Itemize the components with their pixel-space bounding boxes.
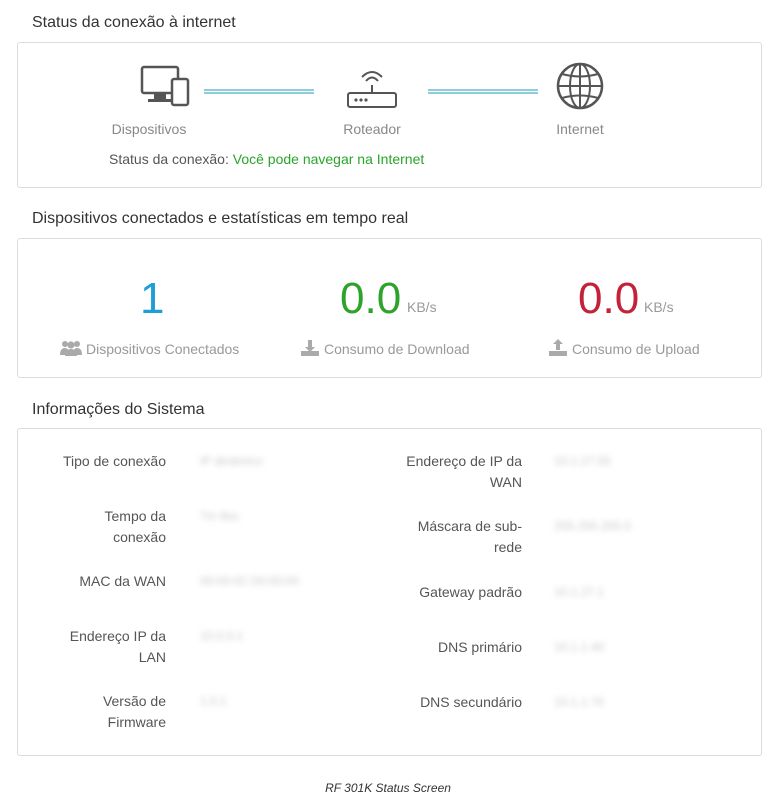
link-devices-router bbox=[204, 89, 314, 94]
connection-status: Status da conexão: Você pode navegar na … bbox=[109, 151, 424, 167]
router-node[interactable] bbox=[302, 63, 442, 111]
upload-value: 0.0 bbox=[578, 274, 640, 323]
info-label-wan-ip: Endereço de IP da WAN bbox=[406, 453, 522, 490]
info-value-gateway: 10.1.27.1 bbox=[554, 585, 605, 599]
info-value-connection-type: IP dinâmico bbox=[200, 454, 263, 468]
devices-connected-stat[interactable]: Dispositivos Conectados bbox=[60, 339, 239, 357]
users-icon bbox=[60, 341, 82, 356]
download-value: 0.0 bbox=[340, 274, 402, 323]
system-title: Informações do Sistema bbox=[32, 401, 205, 418]
info-value-lan-ip: 10.0.0.1 bbox=[200, 629, 244, 643]
router-label: Roteador bbox=[343, 121, 401, 137]
devices-label: Dispositivos bbox=[111, 121, 187, 137]
info-label-wan-mac: MAC da WAN bbox=[79, 573, 166, 589]
globe-icon bbox=[556, 62, 604, 110]
info-label-lan-ip: Endereço IP da LAN bbox=[69, 628, 166, 665]
info-value-connection-time: 7m 8ss bbox=[200, 509, 239, 523]
info-label-subnet-mask: Máscara de sub-rede bbox=[417, 518, 522, 555]
internet-label: Internet bbox=[556, 121, 604, 137]
info-label-secondary-dns: DNS secundário bbox=[420, 694, 522, 710]
internet-status-card: Dispositivos Roteador Internet Status da… bbox=[17, 42, 762, 188]
upload-label: Consumo de Upload bbox=[572, 341, 700, 357]
info-value-primary-dns: 10.1.1.40 bbox=[554, 640, 605, 654]
download-stat[interactable]: Consumo de Download bbox=[300, 339, 470, 357]
info-label-connection-type: Tipo de conexão bbox=[63, 453, 166, 469]
info-value-secondary-dns: 10.1.1.70 bbox=[554, 695, 605, 709]
info-label-firmware: Versão de Firmware bbox=[102, 693, 166, 730]
info-value-wan-ip: 10.1.27.55 bbox=[554, 454, 611, 468]
info-value-firmware: 1.0.1 bbox=[200, 694, 227, 708]
router-icon bbox=[347, 71, 397, 108]
internet-status-title: Status da conexão à internet bbox=[32, 14, 236, 31]
devices-connected-label: Dispositivos Conectados bbox=[86, 341, 240, 357]
download-unit: KB/s bbox=[407, 299, 437, 315]
download-label: Consumo de Download bbox=[324, 341, 470, 357]
info-value-subnet-mask: 255.255.255.0 bbox=[554, 519, 631, 533]
realtime-title: Dispositivos conectados e estatísticas e… bbox=[32, 210, 409, 227]
devices-icon bbox=[140, 65, 190, 107]
figure-caption: RF 301K Status Screen bbox=[325, 781, 451, 795]
info-label-gateway: Gateway padrão bbox=[419, 584, 522, 600]
devices-node[interactable] bbox=[95, 65, 235, 107]
devices-count: 1 bbox=[140, 274, 165, 323]
info-label-connection-time: Tempo da conexão bbox=[104, 508, 166, 545]
upload-unit: KB/s bbox=[644, 299, 674, 315]
internet-node[interactable] bbox=[510, 61, 650, 111]
download-icon bbox=[301, 340, 319, 356]
info-value-wan-mac: 00:00:0C:00:00:00 bbox=[200, 574, 299, 588]
connection-status-value: Você pode navegar na Internet bbox=[232, 151, 425, 167]
upload-icon bbox=[549, 339, 567, 356]
upload-stat[interactable]: Consumo de Upload bbox=[548, 339, 700, 357]
info-label-primary-dns: DNS primário bbox=[437, 639, 522, 655]
system-card: Tipo de conexão IP dinâmico Tempo da con… bbox=[17, 428, 762, 756]
realtime-card: 1 Dispositivos Conectados 0.0 KB/s Consu… bbox=[17, 238, 762, 378]
connection-status-prefix: Status da conexão: bbox=[109, 151, 229, 167]
